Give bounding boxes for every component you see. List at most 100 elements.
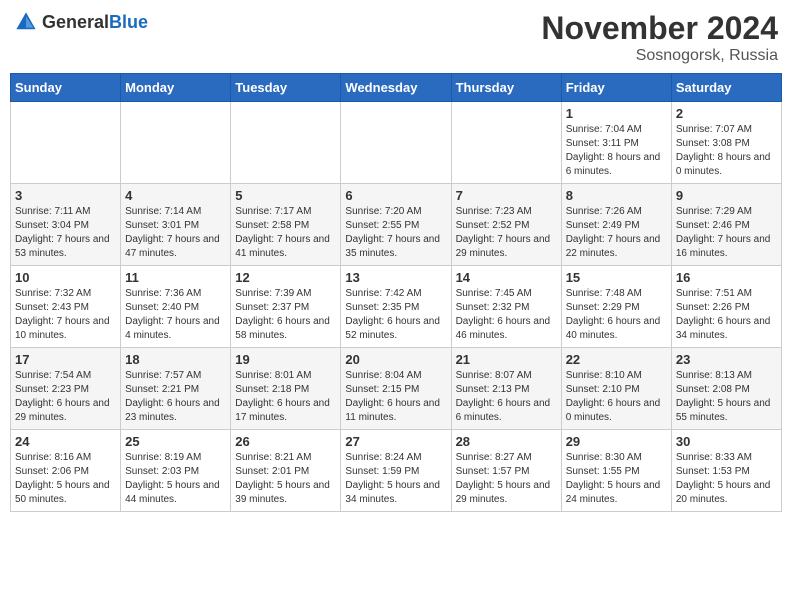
calendar-cell: 27 Sunrise: 8:24 AM Sunset: 1:59 PM Dayli… (341, 430, 451, 512)
calendar-cell: 21 Sunrise: 8:07 AM Sunset: 2:13 PM Dayli… (451, 348, 561, 430)
day-number: 27 (345, 434, 446, 449)
calendar-cell: 17Sunrise: 7:54 AM Sunset: 2:23 PM Dayli… (11, 348, 121, 430)
location-title: Sosnogorsk, Russia (541, 47, 778, 65)
calendar-cell: 23Sunrise: 8:13 AM Sunset: 2:08 PM Dayli… (671, 348, 781, 430)
calendar-cell: 12 Sunrise: 7:39 AM Sunset: 2:37 PM Dayli… (231, 266, 341, 348)
calendar-cell: 14 Sunrise: 7:45 AM Sunset: 2:32 PM Dayli… (451, 266, 561, 348)
day-number: 29 (566, 434, 667, 449)
weekday-header: Saturday (671, 74, 781, 102)
calendar-cell: 24 Sunrise: 8:16 AM Sunset: 2:06 PM Dayli… (11, 430, 121, 512)
weekday-header: Tuesday (231, 74, 341, 102)
calendar-cell: 8 Sunrise: 7:26 AM Sunset: 2:49 PM Daylig… (561, 184, 671, 266)
day-info: Sunrise: 8:16 AM Sunset: 2:06 PM Dayligh… (15, 451, 116, 507)
day-info: Sunrise: 7:23 AM Sunset: 2:52 PM Dayligh… (456, 205, 557, 261)
calendar-cell: 9 Sunrise: 7:29 AM Sunset: 2:46 PM Daylig… (671, 184, 781, 266)
day-info: Sunrise: 7:57 AM Sunset: 2:21 PM Dayligh… (125, 369, 226, 425)
day-number: 25 (125, 434, 226, 449)
day-info: Sunrise: 7:39 AM Sunset: 2:37 PM Dayligh… (235, 287, 336, 343)
calendar-cell: 11Sunrise: 7:36 AM Sunset: 2:40 PM Dayli… (121, 266, 231, 348)
weekday-header-row: SundayMondayTuesdayWednesdayThursdayFrid… (11, 74, 782, 102)
day-number: 7 (456, 188, 557, 203)
day-number: 18 (125, 352, 226, 367)
calendar-cell: 2 Sunrise: 7:07 AM Sunset: 3:08 PM Daylig… (671, 102, 781, 184)
day-info: Sunrise: 7:45 AM Sunset: 2:32 PM Dayligh… (456, 287, 557, 343)
calendar-cell: 22 Sunrise: 8:10 AM Sunset: 2:10 PM Dayli… (561, 348, 671, 430)
calendar-cell: 26 Sunrise: 8:21 AM Sunset: 2:01 PM Dayli… (231, 430, 341, 512)
page-header: GeneralBlue November 2024 Sosnogorsk, Ru… (10, 10, 782, 65)
calendar-cell (341, 102, 451, 184)
calendar-cell: 7 Sunrise: 7:23 AM Sunset: 2:52 PM Daylig… (451, 184, 561, 266)
title-block: November 2024 Sosnogorsk, Russia (541, 10, 778, 65)
day-info: Sunrise: 7:32 AM Sunset: 2:43 PM Dayligh… (15, 287, 116, 343)
day-number: 1 (566, 106, 667, 121)
day-info: Sunrise: 8:10 AM Sunset: 2:10 PM Dayligh… (566, 369, 667, 425)
day-info: Sunrise: 8:24 AM Sunset: 1:59 PM Dayligh… (345, 451, 446, 507)
logo-icon (14, 10, 38, 34)
day-info: Sunrise: 7:17 AM Sunset: 2:58 PM Dayligh… (235, 205, 336, 261)
calendar-week-row: 10 Sunrise: 7:32 AM Sunset: 2:43 PM Dayli… (11, 266, 782, 348)
logo-general-text: General (42, 12, 109, 32)
day-info: Sunrise: 7:42 AM Sunset: 2:35 PM Dayligh… (345, 287, 446, 343)
calendar-cell: 6 Sunrise: 7:20 AM Sunset: 2:55 PM Daylig… (341, 184, 451, 266)
day-number: 16 (676, 270, 777, 285)
calendar-cell: 4 Sunrise: 7:14 AM Sunset: 3:01 PM Daylig… (121, 184, 231, 266)
weekday-header: Thursday (451, 74, 561, 102)
day-number: 14 (456, 270, 557, 285)
day-number: 6 (345, 188, 446, 203)
day-info: Sunrise: 7:29 AM Sunset: 2:46 PM Dayligh… (676, 205, 777, 261)
calendar-table: SundayMondayTuesdayWednesdayThursdayFrid… (10, 73, 782, 512)
day-number: 28 (456, 434, 557, 449)
calendar-cell (451, 102, 561, 184)
day-number: 19 (235, 352, 336, 367)
day-info: Sunrise: 7:26 AM Sunset: 2:49 PM Dayligh… (566, 205, 667, 261)
day-info: Sunrise: 8:30 AM Sunset: 1:55 PM Dayligh… (566, 451, 667, 507)
calendar-cell: 16 Sunrise: 7:51 AM Sunset: 2:26 PM Dayli… (671, 266, 781, 348)
day-number: 5 (235, 188, 336, 203)
day-number: 26 (235, 434, 336, 449)
day-info: Sunrise: 7:04 AM Sunset: 3:11 PM Dayligh… (566, 123, 667, 179)
day-info: Sunrise: 8:21 AM Sunset: 2:01 PM Dayligh… (235, 451, 336, 507)
calendar-cell: 19 Sunrise: 8:01 AM Sunset: 2:18 PM Dayli… (231, 348, 341, 430)
calendar-cell: 1 Sunrise: 7:04 AM Sunset: 3:11 PM Daylig… (561, 102, 671, 184)
calendar-cell: 13Sunrise: 7:42 AM Sunset: 2:35 PM Dayli… (341, 266, 451, 348)
calendar-cell (11, 102, 121, 184)
calendar-cell: 15Sunrise: 7:48 AM Sunset: 2:29 PM Dayli… (561, 266, 671, 348)
day-number: 9 (676, 188, 777, 203)
day-info: Sunrise: 8:27 AM Sunset: 1:57 PM Dayligh… (456, 451, 557, 507)
day-info: Sunrise: 7:51 AM Sunset: 2:26 PM Dayligh… (676, 287, 777, 343)
day-number: 22 (566, 352, 667, 367)
day-info: Sunrise: 7:36 AM Sunset: 2:40 PM Dayligh… (125, 287, 226, 343)
day-info: Sunrise: 7:14 AM Sunset: 3:01 PM Dayligh… (125, 205, 226, 261)
day-info: Sunrise: 8:19 AM Sunset: 2:03 PM Dayligh… (125, 451, 226, 507)
logo: GeneralBlue (14, 10, 148, 34)
day-number: 21 (456, 352, 557, 367)
weekday-header: Monday (121, 74, 231, 102)
calendar-week-row: 1 Sunrise: 7:04 AM Sunset: 3:11 PM Daylig… (11, 102, 782, 184)
calendar-week-row: 17Sunrise: 7:54 AM Sunset: 2:23 PM Dayli… (11, 348, 782, 430)
day-number: 20 (345, 352, 446, 367)
weekday-header: Wednesday (341, 74, 451, 102)
day-number: 12 (235, 270, 336, 285)
day-number: 24 (15, 434, 116, 449)
day-info: Sunrise: 7:48 AM Sunset: 2:29 PM Dayligh… (566, 287, 667, 343)
calendar-cell: 5 Sunrise: 7:17 AM Sunset: 2:58 PM Daylig… (231, 184, 341, 266)
day-info: Sunrise: 8:01 AM Sunset: 2:18 PM Dayligh… (235, 369, 336, 425)
day-info: Sunrise: 7:07 AM Sunset: 3:08 PM Dayligh… (676, 123, 777, 179)
day-info: Sunrise: 7:54 AM Sunset: 2:23 PM Dayligh… (15, 369, 116, 425)
weekday-header: Friday (561, 74, 671, 102)
calendar-cell (121, 102, 231, 184)
day-info: Sunrise: 7:11 AM Sunset: 3:04 PM Dayligh… (15, 205, 116, 261)
calendar-week-row: 24 Sunrise: 8:16 AM Sunset: 2:06 PM Dayli… (11, 430, 782, 512)
day-number: 2 (676, 106, 777, 121)
day-info: Sunrise: 8:07 AM Sunset: 2:13 PM Dayligh… (456, 369, 557, 425)
day-number: 4 (125, 188, 226, 203)
calendar-cell (231, 102, 341, 184)
calendar-cell: 29 Sunrise: 8:30 AM Sunset: 1:55 PM Dayli… (561, 430, 671, 512)
day-number: 8 (566, 188, 667, 203)
calendar-cell: 20Sunrise: 8:04 AM Sunset: 2:15 PM Dayli… (341, 348, 451, 430)
calendar-cell: 3Sunrise: 7:11 AM Sunset: 3:04 PM Daylig… (11, 184, 121, 266)
day-info: Sunrise: 8:33 AM Sunset: 1:53 PM Dayligh… (676, 451, 777, 507)
day-info: Sunrise: 7:20 AM Sunset: 2:55 PM Dayligh… (345, 205, 446, 261)
calendar-cell: 28 Sunrise: 8:27 AM Sunset: 1:57 PM Dayli… (451, 430, 561, 512)
day-number: 10 (15, 270, 116, 285)
